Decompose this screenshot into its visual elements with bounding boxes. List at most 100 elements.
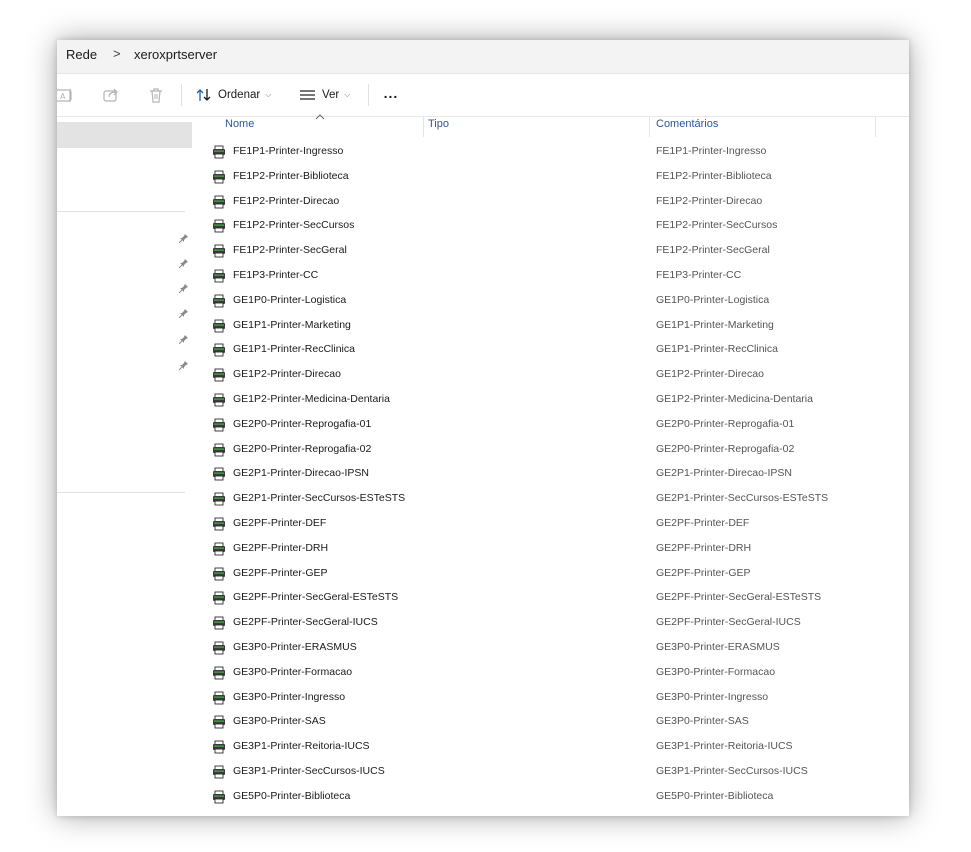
- table-row[interactable]: GE2P0-Printer-Reprogafia-01 GE2P0-Printer…: [207, 413, 907, 437]
- breadcrumb-current[interactable]: xeroxprtserver: [134, 47, 217, 62]
- breadcrumb-network[interactable]: Rede: [66, 47, 97, 62]
- printer-icon: [212, 393, 226, 407]
- printer-name: GE1P2-Printer-Medicina-Dentaria: [233, 393, 390, 405]
- toolbar-divider: [181, 84, 182, 106]
- pin-icon[interactable]: [179, 283, 189, 293]
- printer-name: GE2P0-Printer-Reprogafia-01: [233, 417, 372, 430]
- printer-name: GE1P2-Printer-Direcao: [233, 368, 341, 381]
- pin-icon[interactable]: [179, 334, 189, 344]
- printer-name: GE3P0-Printer-ERASMUS: [233, 641, 357, 653]
- table-row[interactable]: GE2PF-Printer-GEP GE2PF-Printer-GEP: [207, 562, 907, 586]
- table-row[interactable]: GE1P2-Printer-Medicina-Dentaria GE1P2-Pri…: [207, 388, 907, 412]
- printer-name: GE2PF-Printer-GEP: [233, 566, 328, 579]
- file-explorer-window: Rede > xeroxprtserver A Ordenar ⌵ Ver ⌵ …: [57, 40, 909, 816]
- table-row[interactable]: GE3P0-Printer-ERASMUS GE3P0-Printer-ERASM…: [207, 636, 907, 660]
- printer-icon: [212, 591, 226, 605]
- printer-comment: GE1P2-Printer-Direcao: [656, 368, 764, 381]
- table-row[interactable]: FE1P2-Printer-SecCursos FE1P2-Printer-Sec…: [207, 214, 907, 238]
- printer-name: FE1P3-Printer-CC: [233, 269, 319, 281]
- table-row[interactable]: GE2PF-Printer-SecGeral-ESTeSTS GE2PF-Prin…: [207, 586, 907, 610]
- pin-icon[interactable]: [179, 308, 189, 318]
- table-row[interactable]: GE1P1-Printer-Marketing GE1P1-Printer-Mar…: [207, 314, 907, 338]
- table-row[interactable]: FE1P1-Printer-Ingresso FE1P1-Printer-Ingr…: [207, 140, 907, 164]
- printer-comment: FE1P1-Printer-Ingresso: [656, 145, 767, 157]
- sort-button[interactable]: Ordenar ⌵: [196, 84, 271, 106]
- table-row[interactable]: FE1P2-Printer-Biblioteca FE1P2-Printer-Bi…: [207, 165, 907, 189]
- table-row[interactable]: GE3P0-Printer-SAS GE3P0-Printer-SAS: [207, 710, 907, 734]
- pin-icon[interactable]: [179, 360, 189, 370]
- table-row[interactable]: GE1P2-Printer-Direcao GE1P2-Printer-Direc…: [207, 363, 907, 387]
- printer-name: GE3P1-Printer-Reitoria-IUCS: [233, 740, 370, 753]
- column-header-type[interactable]: Tipo: [428, 118, 449, 130]
- printer-name: GE1P1-Printer-RecClinica: [233, 343, 355, 356]
- printer-comment: GE3P0-Printer-Ingresso: [656, 690, 769, 703]
- navigation-pane: [57, 117, 195, 816]
- address-bar[interactable]: Rede > xeroxprtserver: [57, 40, 909, 74]
- printer-name: GE3P1-Printer-SecCursos-IUCS: [233, 765, 385, 777]
- rename-icon[interactable]: A: [57, 86, 75, 104]
- printer-comment: GE2PF-Printer-DEF: [656, 517, 750, 529]
- printer-comment: GE2PF-Printer-DRH: [656, 541, 752, 554]
- nav-divider: [57, 211, 185, 212]
- printer-name: FE1P2-Printer-Direcao: [233, 194, 340, 207]
- printer-name: GE1P0-Printer-Logistica: [233, 293, 347, 306]
- column-separator[interactable]: [875, 117, 876, 137]
- printer-name: GE5P0-Printer-Biblioteca: [233, 789, 351, 802]
- table-row[interactable]: GE5P0-Printer-Biblioteca GE5P0-Printer-Bi…: [207, 785, 907, 809]
- table-row[interactable]: FE1P2-Printer-Direcao FE1P2-Printer-Direc…: [207, 190, 907, 214]
- column-header-comments[interactable]: Comentários: [656, 118, 718, 130]
- printer-comment: GE1P0-Printer-Logistica: [656, 293, 770, 306]
- printer-name: GE1P1-Printer-Marketing: [233, 318, 351, 331]
- table-row[interactable]: GE3P0-Printer-Ingresso GE3P0-Printer-Ingr…: [207, 686, 907, 710]
- printer-icon: [212, 368, 226, 382]
- printer-icon: [212, 170, 226, 184]
- share-icon[interactable]: [102, 86, 120, 104]
- breadcrumb-separator-icon[interactable]: >: [113, 46, 121, 61]
- printer-icon: [212, 616, 226, 630]
- table-row[interactable]: GE2PF-Printer-DEF GE2PF-Printer-DEF: [207, 512, 907, 536]
- printer-icon: [212, 567, 226, 581]
- table-row[interactable]: GE1P1-Printer-RecClinica GE1P1-Printer-Re…: [207, 338, 907, 362]
- printer-icon: [212, 467, 226, 481]
- table-row[interactable]: GE2P1-Printer-SecCursos-ESTeSTS GE2P1-Pri…: [207, 487, 907, 511]
- printer-icon: [212, 666, 226, 680]
- printer-comment: GE3P0-Printer-SAS: [656, 715, 749, 728]
- table-row[interactable]: GE3P1-Printer-Reitoria-IUCS GE3P1-Printer…: [207, 735, 907, 759]
- table-row[interactable]: GE3P0-Printer-Formacao GE3P0-Printer-Form…: [207, 661, 907, 685]
- printer-comment: FE1P2-Printer-Direcao: [656, 194, 763, 207]
- pin-icon[interactable]: [179, 258, 189, 268]
- printer-icon: [212, 269, 226, 283]
- table-row[interactable]: GE2P0-Printer-Reprogafia-02 GE2P0-Printer…: [207, 438, 907, 462]
- table-row[interactable]: GE2P1-Printer-Direcao-IPSN GE2P1-Printer-…: [207, 462, 907, 486]
- printer-comment: FE1P3-Printer-CC: [656, 269, 742, 281]
- printer-name: FE1P2-Printer-Biblioteca: [233, 169, 349, 182]
- printer-icon: [212, 319, 226, 333]
- view-icon: [300, 90, 315, 100]
- column-separator[interactable]: [423, 117, 424, 137]
- printer-comment: GE2P1-Printer-SecCursos-ESTeSTS: [656, 492, 829, 505]
- table-row[interactable]: FE1P2-Printer-SecGeral FE1P2-Printer-SecG…: [207, 239, 907, 263]
- table-row[interactable]: GE3P1-Printer-SecCursos-IUCS GE3P1-Printe…: [207, 760, 907, 784]
- table-row[interactable]: GE2PF-Printer-SecGeral-IUCS GE2PF-Printer…: [207, 611, 907, 635]
- table-row[interactable]: GE1P0-Printer-Logistica GE1P0-Printer-Log…: [207, 289, 907, 313]
- printer-icon: [212, 219, 226, 233]
- printer-name: GE2P1-Printer-Direcao-IPSN: [233, 467, 369, 480]
- printer-icon: [212, 343, 226, 357]
- printer-name: GE2PF-Printer-SecGeral-ESTeSTS: [233, 591, 399, 604]
- printer-comment: FE1P2-Printer-SecGeral: [656, 244, 770, 257]
- table-row[interactable]: FE1P3-Printer-CC FE1P3-Printer-CC: [207, 264, 907, 288]
- pin-icon[interactable]: [179, 233, 189, 243]
- printer-comment: GE2PF-Printer-GEP: [656, 566, 751, 579]
- printer-comment: GE3P0-Printer-ERASMUS: [656, 641, 780, 653]
- table-row[interactable]: GE2PF-Printer-DRH GE2PF-Printer-DRH: [207, 537, 907, 561]
- column-header-name[interactable]: Nome: [225, 118, 254, 130]
- nav-divider: [57, 492, 185, 493]
- printer-icon: [212, 740, 226, 754]
- view-button[interactable]: Ver ⌵: [299, 84, 350, 106]
- printer-comment: GE3P1-Printer-Reitoria-IUCS: [656, 740, 793, 753]
- nav-selected-item[interactable]: [57, 122, 192, 148]
- more-options-button[interactable]: ...: [379, 84, 403, 106]
- printer-icon: [212, 765, 226, 779]
- delete-icon[interactable]: [147, 86, 165, 104]
- column-separator[interactable]: [649, 117, 650, 137]
